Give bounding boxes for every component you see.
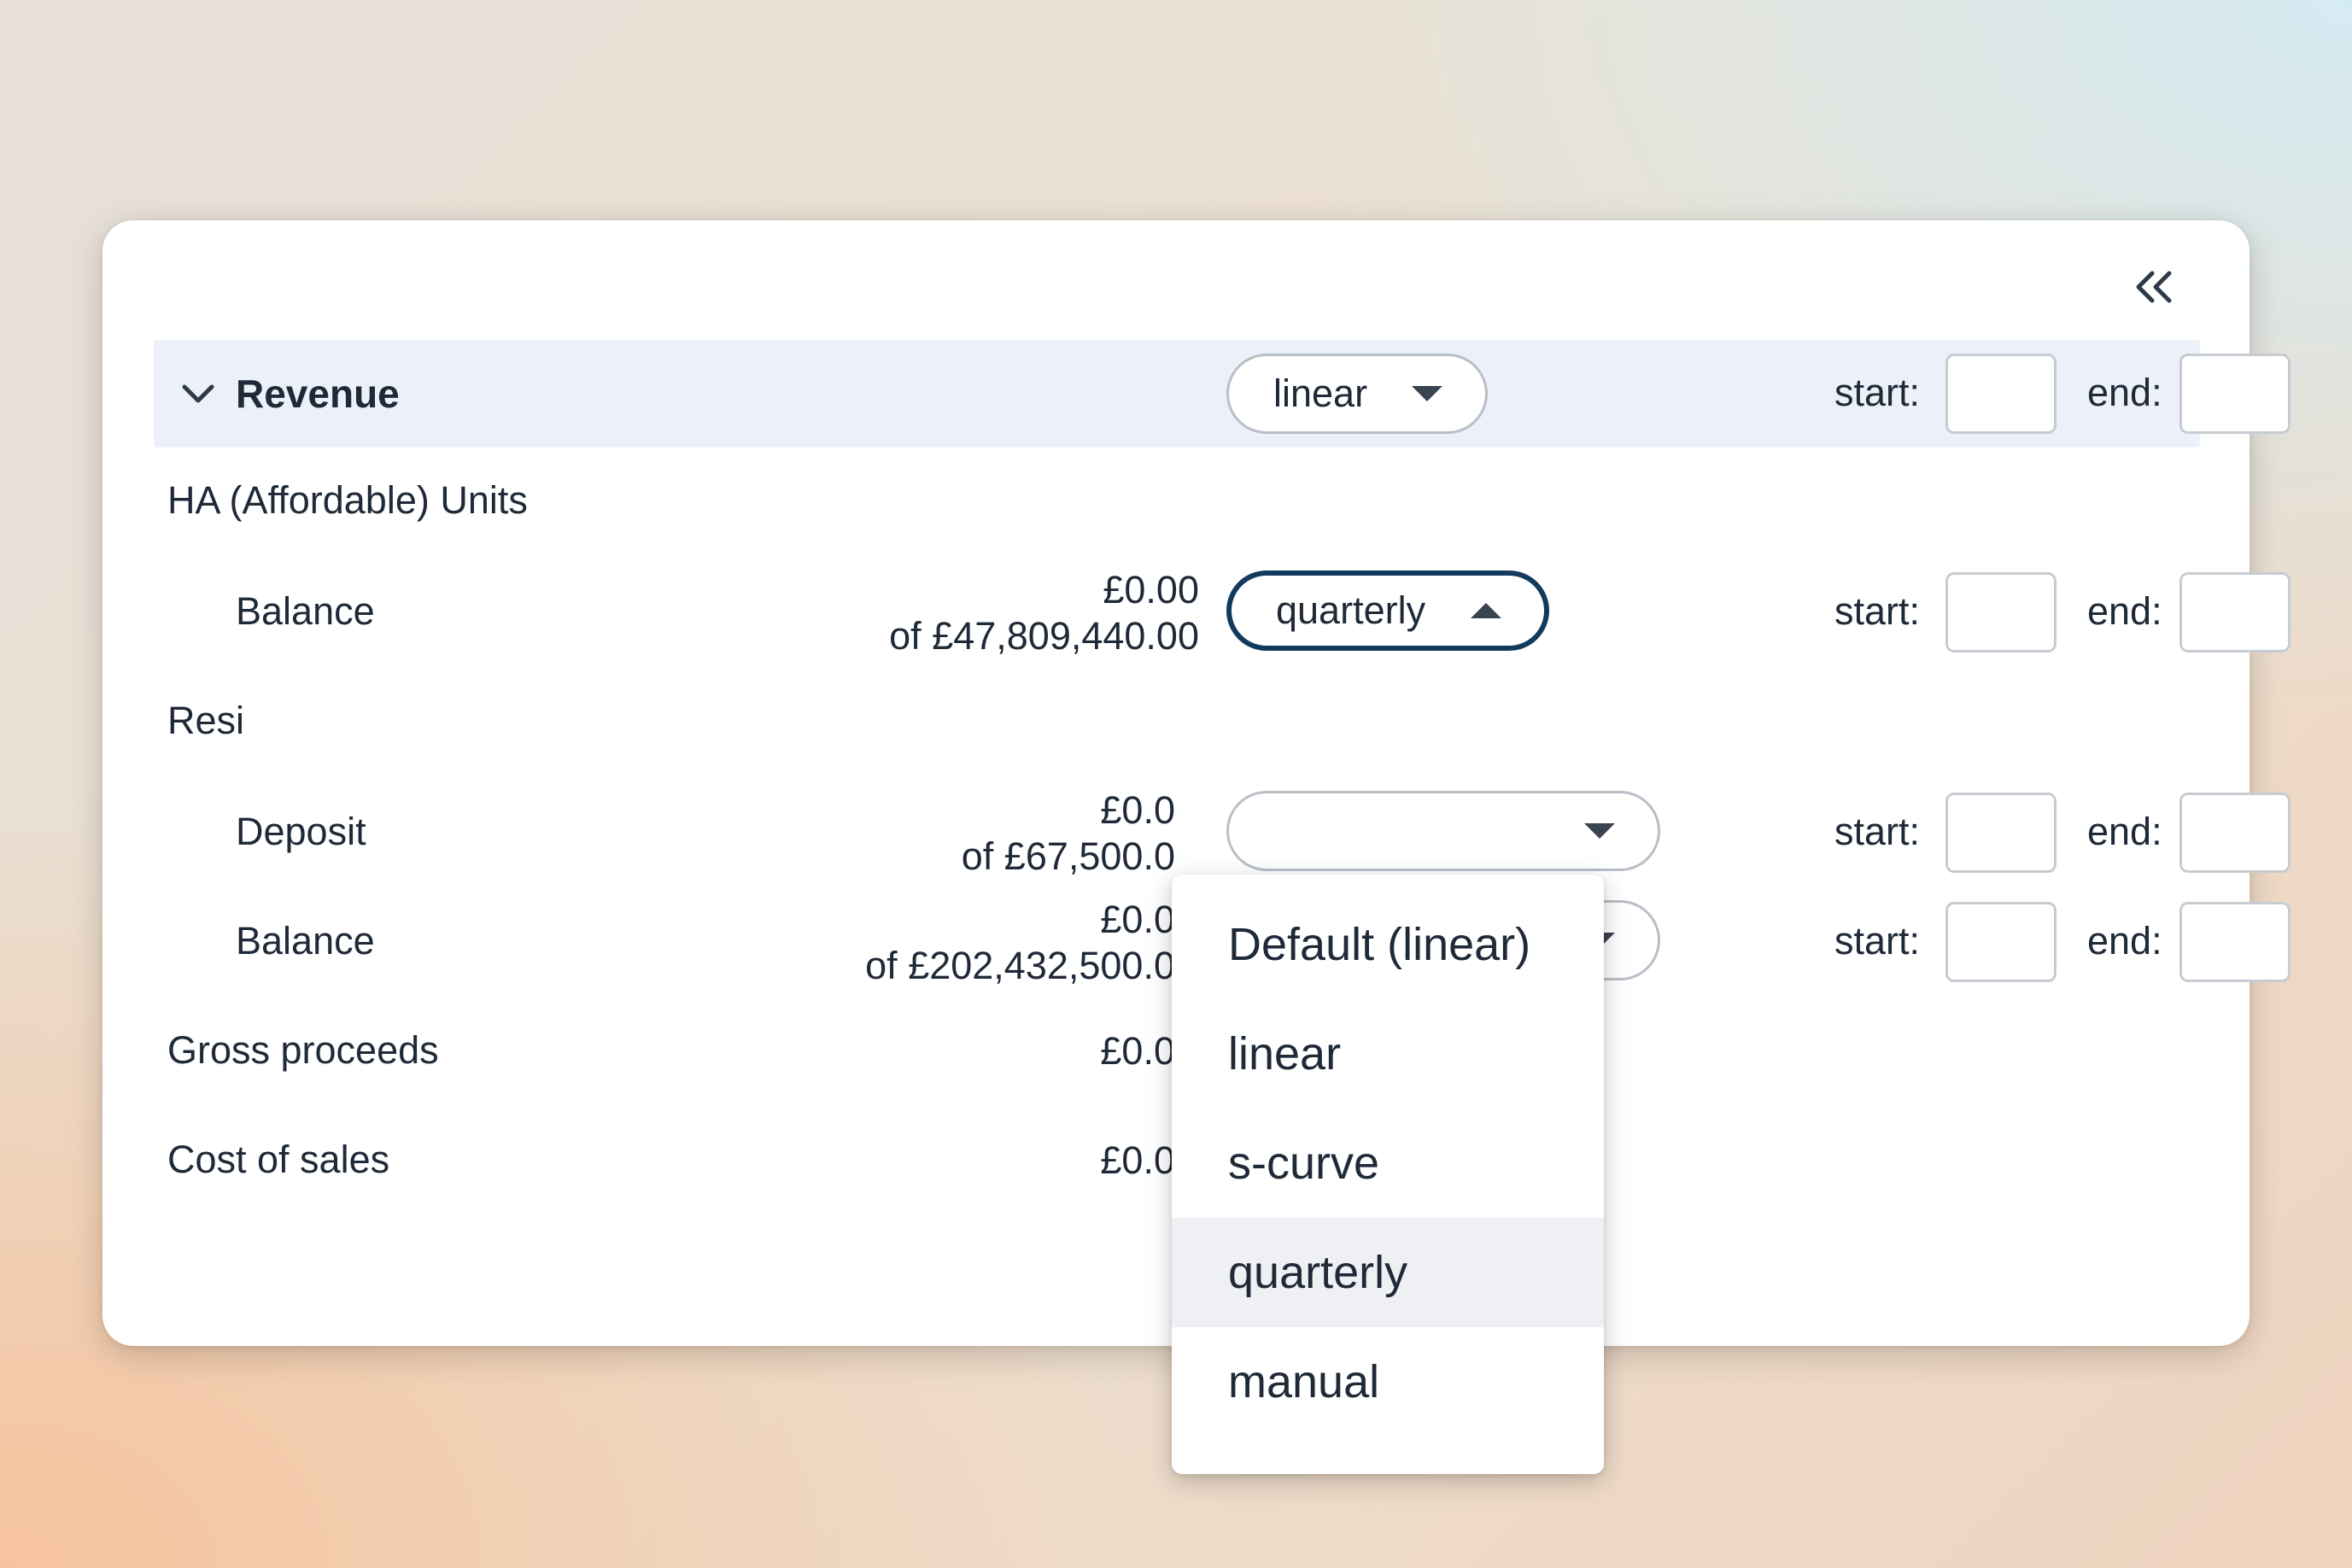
- amount-total: of £67,500.0: [961, 834, 1175, 878]
- item-label: Balance: [236, 589, 375, 633]
- item-label: Deposit: [236, 810, 366, 853]
- start-label: start:: [1834, 919, 1921, 962]
- summary-label: Cost of sales: [167, 1138, 390, 1181]
- section-title: Revenue: [236, 372, 400, 416]
- double-chevron-left-icon: [2136, 271, 2172, 303]
- amount-total: of £47,809,440.00: [889, 614, 1199, 658]
- end-label: end:: [2087, 810, 2162, 853]
- option-default-linear[interactable]: Default (linear): [1172, 890, 1604, 999]
- end-label: end:: [2087, 371, 2162, 414]
- option-s-curve[interactable]: s-curve: [1172, 1109, 1604, 1218]
- amount-total: of £202,432,500.0: [865, 944, 1175, 987]
- item-amount: £0.0 of £202,432,500.0: [666, 897, 1175, 989]
- end-input[interactable]: [2179, 572, 2291, 652]
- amount-value: £0.0: [1100, 898, 1175, 941]
- start-label: start:: [1834, 371, 1921, 414]
- start-input[interactable]: [1945, 793, 2057, 873]
- collapse-panel-button[interactable]: [2118, 251, 2190, 323]
- caret-down-icon: [1412, 386, 1442, 401]
- caret-down-icon: [1584, 823, 1615, 839]
- option-manual[interactable]: manual: [1172, 1327, 1604, 1436]
- option-quarterly[interactable]: quarterly: [1172, 1218, 1604, 1327]
- chevron-down-icon: [182, 384, 214, 403]
- item-amount: £0.00 of £47,809,440.00: [666, 567, 1199, 659]
- item-amount: £0.0 of £67,500.0: [666, 787, 1175, 880]
- summary-amount: £0.0: [1100, 1138, 1175, 1182]
- option-linear[interactable]: linear: [1172, 999, 1604, 1109]
- start-input[interactable]: [1945, 902, 2057, 982]
- method-value: linear: [1273, 372, 1368, 415]
- revenue-method-select[interactable]: linear: [1226, 354, 1488, 434]
- amount-value: £0.00: [1103, 568, 1199, 611]
- item-method-select[interactable]: [1226, 791, 1660, 871]
- end-input[interactable]: [2179, 793, 2291, 873]
- end-label: end:: [2087, 589, 2162, 633]
- summary-amount: £0.0: [1100, 1029, 1175, 1073]
- start-input[interactable]: [1945, 572, 2057, 652]
- method-value: quarterly: [1276, 588, 1426, 632]
- end-input[interactable]: [2179, 354, 2291, 434]
- end-label: end:: [2087, 919, 2162, 962]
- revenue-section-header: Revenue linear start: end:: [154, 340, 2291, 448]
- start-label: start:: [1834, 810, 1921, 853]
- group-label: HA (Affordable) Units: [167, 478, 528, 522]
- item-label: Balance: [236, 919, 375, 962]
- revenue-panel: Revenue linear start: end: HA (Affordabl…: [102, 220, 2291, 1474]
- item-method-select[interactable]: quarterly: [1226, 570, 1549, 651]
- end-input[interactable]: [2179, 902, 2291, 982]
- summary-label: Gross proceeds: [167, 1028, 439, 1072]
- start-label: start:: [1834, 589, 1921, 633]
- section-toggle[interactable]: [179, 376, 217, 413]
- start-input[interactable]: [1945, 354, 2057, 434]
- amount-value: £0.0: [1100, 788, 1175, 832]
- group-label: Resi: [167, 699, 245, 742]
- method-dropdown-menu: Default (linear) linear s-curve quarterl…: [1172, 875, 1604, 1474]
- caret-up-icon: [1471, 603, 1501, 618]
